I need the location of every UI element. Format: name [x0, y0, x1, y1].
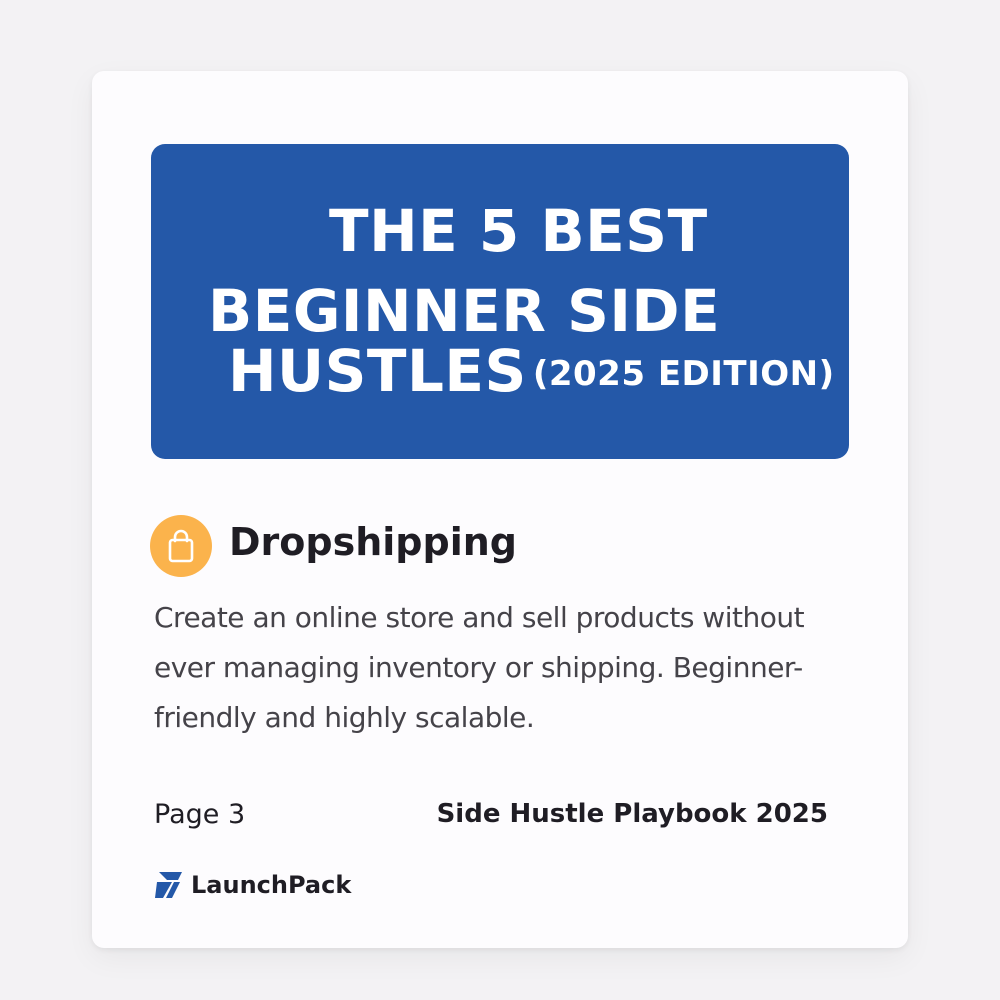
section-title: Dropshipping [229, 520, 517, 564]
footer-book-title: Side Hustle Playbook 2025 [436, 799, 828, 829]
page-number: Page 3 [154, 799, 246, 830]
title-banner: THE 5 BEST BEGINNER SIDE HUSTLES (2025 ED… [151, 144, 849, 459]
banner-title-line-3: HUSTLES (2025 EDITION) [228, 342, 835, 400]
brand: LaunchPack [153, 868, 351, 902]
banner-edition: (2025 EDITION) [532, 354, 835, 394]
shopping-bag-icon [150, 515, 212, 577]
banner-title-line-1: THE 5 BEST [329, 197, 708, 265]
banner-title-hustles: HUSTLES [228, 337, 527, 405]
section-description: Create an online store and sell products… [154, 601, 805, 734]
playbook-page: THE 5 BEST BEGINNER SIDE HUSTLES (2025 ED… [92, 71, 908, 948]
banner-title-line-2: BEGINNER SIDE [208, 277, 721, 345]
brand-name: LaunchPack [191, 871, 352, 899]
launchpack-logo-icon [155, 872, 182, 898]
